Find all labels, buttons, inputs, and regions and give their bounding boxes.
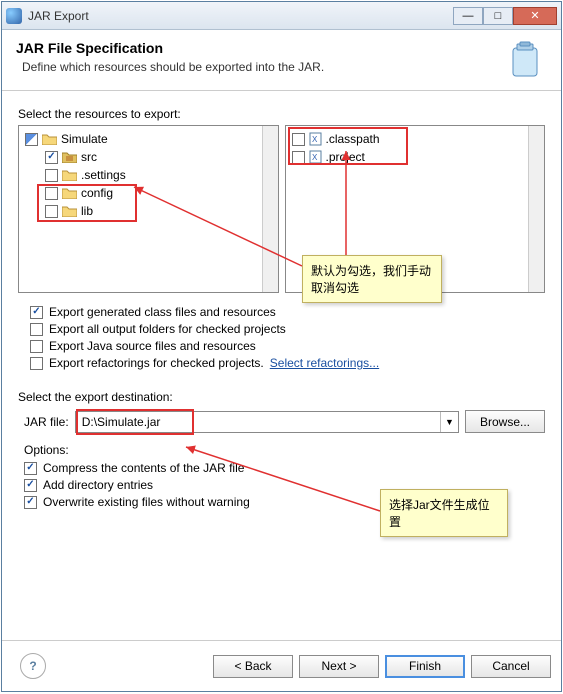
browse-button[interactable]: Browse... — [465, 410, 545, 433]
next-button[interactable]: Next > — [299, 655, 379, 678]
checkbox[interactable] — [292, 151, 305, 164]
opt-label: Compress the contents of the JAR file — [43, 461, 244, 475]
header-subtitle: Define which resources should be exporte… — [22, 60, 497, 74]
opt-export-java-source[interactable]: Export Java source files and resources — [30, 339, 545, 353]
opt-label: Export Java source files and resources — [49, 339, 256, 353]
jar-file-value: D:\Simulate.jar — [76, 415, 440, 429]
checkbox[interactable] — [24, 496, 37, 509]
opt-label: Overwrite existing files without warning — [43, 495, 250, 509]
back-button[interactable]: < Back — [213, 655, 293, 678]
tree-root[interactable]: Simulate — [23, 130, 274, 148]
checkbox[interactable] — [45, 151, 58, 164]
folder-icon — [62, 205, 77, 217]
opt-compress[interactable]: Compress the contents of the JAR file — [24, 461, 545, 475]
checkbox[interactable] — [24, 479, 37, 492]
checkbox[interactable] — [25, 133, 38, 146]
checkbox[interactable] — [292, 133, 305, 146]
folder-icon — [62, 169, 77, 181]
svg-text:X: X — [312, 135, 318, 144]
tree-label: Simulate — [61, 132, 108, 146]
jar-file-label: JAR file: — [24, 415, 69, 429]
window-titlebar: JAR Export — □ ✕ — [2, 2, 561, 30]
opt-export-refactorings[interactable]: Export refactorings for checked projects… — [30, 356, 545, 370]
cancel-button[interactable]: Cancel — [471, 655, 551, 678]
close-button[interactable]: ✕ — [513, 7, 557, 25]
project-icon — [42, 133, 57, 145]
dest-label: Select the export destination: — [18, 390, 551, 404]
scrollbar[interactable] — [262, 126, 278, 292]
file-label: .classpath — [326, 132, 380, 146]
checkbox[interactable] — [45, 187, 58, 200]
tree-item-src[interactable]: src — [23, 148, 274, 166]
checkbox[interactable] — [45, 205, 58, 218]
opt-label: Export generated class files and resourc… — [49, 305, 276, 319]
checkbox[interactable] — [30, 323, 43, 336]
svg-text:X: X — [312, 153, 318, 162]
tree-label: config — [81, 186, 113, 200]
finish-button[interactable]: Finish — [385, 655, 465, 678]
app-icon — [6, 8, 22, 24]
resources-label: Select the resources to export: — [18, 107, 551, 121]
opt-export-all-output[interactable]: Export all output folders for checked pr… — [30, 322, 545, 336]
header-title: JAR File Specification — [16, 40, 497, 56]
opt-label: Export refactorings for checked projects… — [49, 356, 264, 370]
file-item-project[interactable]: X .project — [290, 148, 541, 166]
jar-icon — [507, 40, 543, 80]
dialog-footer: ? < Back Next > Finish Cancel — [2, 640, 561, 691]
maximize-button[interactable]: □ — [483, 7, 513, 25]
tree-item-config[interactable]: config — [23, 184, 274, 202]
package-folder-icon — [62, 151, 77, 163]
tree-label: .settings — [81, 168, 126, 182]
tree-label: lib — [81, 204, 93, 218]
checkbox[interactable] — [45, 169, 58, 182]
file-label: .project — [326, 150, 365, 164]
jar-file-combo[interactable]: D:\Simulate.jar ▼ — [75, 411, 459, 433]
checkbox[interactable] — [30, 306, 43, 319]
file-icon: X — [309, 150, 322, 164]
checkbox[interactable] — [30, 357, 43, 370]
checkbox[interactable] — [30, 340, 43, 353]
tooltip-dest: 选择Jar文件生成位置 — [380, 489, 508, 537]
dropdown-icon[interactable]: ▼ — [440, 412, 458, 432]
opt-export-generated[interactable]: Export generated class files and resourc… — [30, 305, 545, 319]
opt-label: Add directory entries — [43, 478, 153, 492]
opt-label: Export all output folders for checked pr… — [49, 322, 286, 336]
window-title: JAR Export — [28, 9, 453, 23]
checkbox[interactable] — [24, 462, 37, 475]
resource-tree-pane[interactable]: Simulate src .settings — [18, 125, 279, 293]
dialog-header: JAR File Specification Define which reso… — [2, 30, 561, 91]
tree-item-lib[interactable]: lib — [23, 202, 274, 220]
file-item-classpath[interactable]: X .classpath — [290, 130, 541, 148]
options-label: Options: — [24, 443, 545, 457]
folder-icon — [62, 187, 77, 199]
tooltip-uncheck: 默认为勾选，我们手动取消勾选 — [302, 255, 442, 303]
tree-item-settings[interactable]: .settings — [23, 166, 274, 184]
file-icon: X — [309, 132, 322, 146]
refactorings-link[interactable]: Select refactorings... — [270, 356, 379, 370]
tree-label: src — [81, 150, 97, 164]
scrollbar[interactable] — [528, 126, 544, 292]
minimize-button[interactable]: — — [453, 7, 483, 25]
help-button[interactable]: ? — [20, 653, 46, 679]
